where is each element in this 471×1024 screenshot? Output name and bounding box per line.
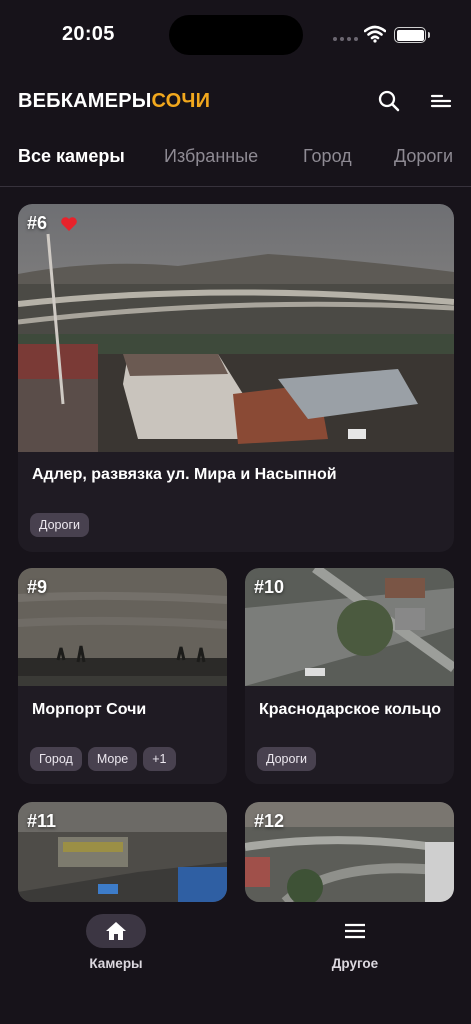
- tabs-divider: [0, 186, 471, 187]
- menu-icon[interactable]: [428, 88, 454, 114]
- tag-chip[interactable]: Море: [87, 747, 138, 771]
- tab-all-cameras[interactable]: Все камеры: [18, 146, 125, 167]
- app-header: ВЕБКАМЕРЫСОЧИ: [0, 80, 471, 124]
- camera-number: #10: [254, 577, 285, 597]
- tag-more-chip[interactable]: +1: [143, 747, 176, 771]
- category-tabs: Все камеры Избранные Город Дороги: [0, 146, 471, 186]
- nav-label: Другое: [331, 956, 379, 971]
- bottom-navigation: Камеры Другое: [0, 902, 471, 1024]
- status-time: 20:05: [62, 23, 115, 45]
- camera-title: Краснодарское кольцо: [259, 701, 441, 718]
- nav-item-cameras[interactable]: Камеры: [56, 914, 176, 971]
- tag-chip[interactable]: Город: [30, 747, 82, 771]
- camera-preview: #10: [245, 568, 454, 686]
- camera-number: #6: [27, 213, 48, 233]
- dynamic-island: [169, 15, 303, 55]
- nav-label: Камеры: [89, 956, 143, 971]
- logo-text-accent: СОЧИ: [151, 90, 211, 112]
- menu-icon: [345, 923, 365, 939]
- home-icon: [106, 922, 126, 940]
- nav-item-other[interactable]: Другое: [295, 914, 415, 971]
- camera-preview: #11: [18, 802, 227, 902]
- tab-roads[interactable]: Дороги: [394, 146, 453, 167]
- tag-chip[interactable]: Дороги: [257, 747, 317, 771]
- battery-icon: [394, 27, 426, 43]
- camera-number: #9: [27, 577, 48, 597]
- camera-card[interactable]: #12: [245, 802, 454, 902]
- camera-title: Морпорт Сочи: [32, 701, 147, 718]
- camera-tags: Дороги: [257, 747, 317, 771]
- camera-preview: #6: [18, 204, 454, 452]
- search-icon[interactable]: [376, 88, 402, 114]
- favorite-heart-icon[interactable]: [60, 216, 78, 232]
- battery-tip: [428, 32, 430, 38]
- camera-title: Адлер, развязка ул. Мира и Насыпной: [32, 466, 337, 483]
- camera-tags: Дороги: [30, 513, 90, 537]
- camera-number: #11: [27, 811, 57, 831]
- nav-pill: [325, 914, 385, 948]
- camera-card[interactable]: #10 Краснодарское кольцо Дороги: [245, 568, 454, 784]
- nav-active-pill: [86, 914, 146, 948]
- wifi-icon: [364, 25, 386, 43]
- status-bar: 20:05: [0, 0, 471, 70]
- tag-chip[interactable]: Дороги: [30, 513, 90, 537]
- logo-text-primary: ВЕБКАМЕРЫ: [18, 90, 152, 112]
- app-logo: ВЕБКАМЕРЫСОЧИ: [18, 90, 210, 113]
- camera-preview: #12: [245, 802, 454, 902]
- cellular-signal-icon: [333, 37, 358, 41]
- camera-tags: Город Море +1: [30, 747, 176, 771]
- tab-city[interactable]: Город: [303, 146, 352, 167]
- camera-card[interactable]: #6 Адлер, развязка ул. Мира и Насыпной Д…: [18, 204, 454, 552]
- camera-number: #12: [254, 811, 285, 831]
- camera-card[interactable]: #11: [18, 802, 227, 902]
- camera-card[interactable]: #9 Морпорт Сочи Город Море +1: [18, 568, 227, 784]
- camera-preview: #9: [18, 568, 227, 686]
- tab-favorites[interactable]: Избранные: [164, 146, 258, 167]
